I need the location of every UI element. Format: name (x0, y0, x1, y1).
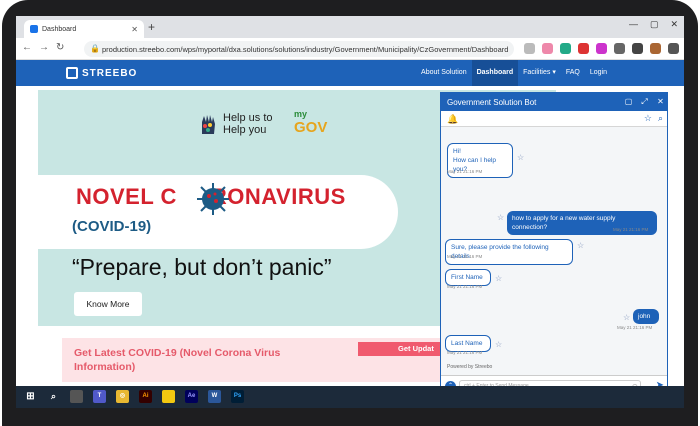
windows-taskbar: ⊞ ⌕ T ◎ Ai Ae W Ps (16, 386, 684, 408)
illustrator-icon[interactable]: Ai (139, 390, 152, 403)
popout-icon[interactable]: ⤢ (640, 97, 649, 106)
message-timestamp: May 21 21:16 PM (447, 254, 483, 259)
after-effects-icon[interactable]: Ae (185, 390, 198, 403)
banner-line-2: Information) (74, 361, 136, 373)
bookmark-icon[interactable] (632, 43, 643, 54)
chatbot-window: Government Solution Bot ▢ ⤢ ✕ 🔔 ☆ ⌕ Hi! (440, 92, 668, 396)
photoshop-icon[interactable]: Ps (231, 390, 244, 403)
nav-about-solution[interactable]: About Solution (416, 60, 472, 86)
favorite-star-icon[interactable]: ☆ (644, 113, 652, 124)
share-icon[interactable] (524, 43, 535, 54)
close-tab-icon[interactable]: ✕ (131, 25, 138, 34)
search-icon[interactable]: ⌕ (658, 113, 663, 124)
laptop: Dashboard ✕ + — ▢ ✕ ← → ↻ 🔒 production.s… (0, 0, 700, 426)
back-icon[interactable]: ← (22, 42, 32, 53)
coronavirus-icon (197, 183, 229, 215)
streebo-logo[interactable]: STREEBO (66, 67, 137, 79)
window-controls: — ▢ ✕ (629, 19, 678, 30)
avatar-icon[interactable] (650, 43, 661, 54)
chatbot-header: Government Solution Bot ▢ ⤢ ✕ (441, 93, 667, 111)
nav-buttons: ← → ↻ (22, 42, 64, 53)
heading-part-2: RONAVIRUS (210, 184, 346, 209)
logo-text: STREEBO (82, 67, 138, 79)
site-header: STREEBO About Solution Dashboard Facilit… (16, 60, 684, 86)
maximize-icon[interactable]: ▢ (650, 19, 659, 30)
restore-icon[interactable]: ▢ (624, 97, 633, 106)
forward-icon[interactable]: → (39, 42, 49, 53)
bell-icon[interactable]: 🔔 (447, 114, 458, 125)
tagline: “Prepare, but don’t panic” (72, 254, 332, 280)
extension-red-icon[interactable] (578, 43, 589, 54)
user-message: john (633, 309, 659, 324)
chatbot-title: Government Solution Bot (447, 97, 537, 107)
covid-19-subheading: (COVID-19) (72, 218, 152, 235)
get-updates-button[interactable]: Get Updat (358, 342, 448, 356)
chatbot-toolbar: 🔔 ☆ ⌕ (441, 111, 667, 127)
mygov-gov: GOV (294, 119, 328, 136)
message-timestamp: May 21 21:16 PM (617, 325, 653, 330)
address-bar: ← → ↻ 🔒 production.streebo.com/wps/mypor… (16, 38, 684, 60)
browser-tab[interactable]: Dashboard ✕ (24, 20, 144, 38)
helping-hand-icon (202, 115, 215, 134)
browser-tabbar: Dashboard ✕ + — ▢ ✕ (16, 16, 684, 38)
close-window-icon[interactable]: ✕ (670, 19, 678, 30)
powered-by-text: Powered by Streebo (447, 364, 493, 370)
help-us-text: Help us to Help you (223, 112, 273, 136)
nav-faq[interactable]: FAQ (561, 60, 585, 86)
lock-icon: 🔒 (90, 44, 100, 53)
windows-start-icon[interactable]: ⊞ (24, 390, 37, 403)
mygov-logo: my GOV (294, 108, 328, 136)
know-more-button[interactable]: Know More (74, 292, 142, 316)
message-text: Hi! (453, 148, 461, 155)
logo-mark-icon (66, 67, 78, 79)
nav-dashboard[interactable]: Dashboard (471, 60, 519, 86)
rate-star-icon[interactable]: ☆ (495, 274, 502, 283)
site-nav: About Solution Dashboard Facilities ▾ FA… (416, 60, 612, 86)
message-timestamp: May 21 21:16 PM (613, 227, 649, 232)
star-icon[interactable] (542, 43, 553, 54)
taskbar-icons: ⊞ ⌕ T ◎ Ai Ae W Ps (24, 390, 244, 403)
puzzle-icon[interactable] (614, 43, 625, 54)
url-text: production.streebo.com/wps/myportal/dxa.… (102, 44, 509, 54)
banner-text: Get Latest COVID-19 (Novel Corona Virus … (74, 346, 280, 374)
new-tab-button[interactable]: + (148, 20, 155, 34)
task-view-icon[interactable] (70, 390, 83, 403)
favicon-icon (30, 25, 38, 33)
rate-star-icon[interactable]: ☆ (497, 213, 504, 222)
banner-line-1: Get Latest COVID-19 (Novel Corona Virus (74, 347, 281, 359)
chatbot-toolbar-icons: ☆ ⌕ (644, 113, 663, 124)
url-field[interactable]: 🔒 production.streebo.com/wps/myportal/dx… (84, 41, 514, 57)
rate-star-icon[interactable]: ☆ (495, 340, 502, 349)
sticky-notes-icon[interactable] (162, 390, 175, 403)
minimize-icon[interactable]: — (629, 19, 638, 30)
rate-star-icon[interactable]: ☆ (623, 313, 630, 322)
taskbar-search-icon[interactable]: ⌕ (47, 390, 60, 403)
tab-title: Dashboard (42, 25, 77, 33)
chatbot-controls: ▢ ⤢ ✕ (624, 97, 665, 106)
menu-icon[interactable] (668, 43, 679, 54)
word-icon[interactable]: W (208, 390, 221, 403)
chat-messages: Hi! How can I help you? ☆ May 21 21:16 P… (441, 127, 667, 375)
message-timestamp: May 21 21:16 PM (447, 350, 483, 355)
nav-login[interactable]: Login (585, 60, 612, 86)
screen: Dashboard ✕ + — ▢ ✕ ← → ↻ 🔒 production.s… (16, 16, 684, 408)
reload-icon[interactable]: ↻ (56, 42, 64, 53)
extension-pink-icon[interactable] (596, 43, 607, 54)
rate-star-icon[interactable]: ☆ (517, 153, 524, 162)
extension-green-icon[interactable] (560, 43, 571, 54)
teams-icon[interactable]: T (93, 390, 106, 403)
help-line-2: Help you (223, 124, 267, 136)
message-timestamp: May 21 21:16 PM (447, 169, 483, 174)
extension-icons (524, 43, 679, 54)
message-timestamp: May 21 21:16 PM (447, 284, 483, 289)
heading-part-1: NOVEL C (76, 184, 177, 209)
nav-facilities[interactable]: Facilities ▾ (518, 60, 561, 86)
rate-star-icon[interactable]: ☆ (577, 241, 584, 250)
close-chat-icon[interactable]: ✕ (656, 97, 665, 106)
bot-message: Sure, please provide the following detai… (445, 239, 573, 265)
help-line-1: Help us to (223, 112, 273, 124)
chrome-icon[interactable]: ◎ (116, 390, 129, 403)
